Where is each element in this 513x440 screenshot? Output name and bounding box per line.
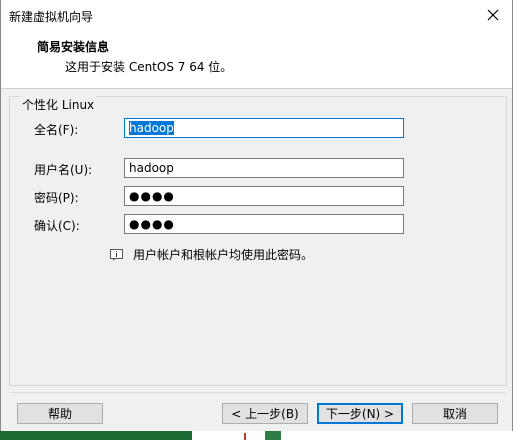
- background-marker: [244, 433, 246, 440]
- page-title: 简易安装信息: [37, 40, 110, 54]
- personalize-linux-group: 个性化 Linux 全名(F): hadoop 用户名(U): hadoop 密…: [9, 96, 507, 386]
- page-subtitle: 这用于安装 CentOS 7 64 位。: [65, 60, 233, 74]
- info-icon: [110, 248, 123, 261]
- confirm-password-field[interactable]: ●●●●: [124, 214, 404, 234]
- password-label: 密码(P):: [34, 191, 79, 205]
- confirm-value: ●●●●: [129, 217, 175, 231]
- background-window-panel: [192, 431, 513, 440]
- back-button[interactable]: < 上一步(B): [222, 403, 308, 424]
- cancel-button[interactable]: 取消: [412, 403, 498, 424]
- user-name-value: hadoop: [129, 161, 174, 175]
- full-name-label: 全名(F):: [34, 123, 79, 137]
- full-name-field[interactable]: hadoop: [124, 118, 404, 138]
- footer-divider: [9, 392, 505, 393]
- password-field[interactable]: ●●●●: [124, 186, 404, 206]
- next-button[interactable]: 下一步(N) >: [317, 403, 403, 424]
- title-bar: 新建虚拟机向导: [1, 0, 512, 30]
- close-button[interactable]: [482, 4, 504, 26]
- full-name-value: hadoop: [129, 121, 174, 135]
- group-title: 个性化 Linux: [20, 96, 97, 113]
- user-name-label: 用户名(U):: [34, 163, 93, 177]
- help-button[interactable]: 帮助: [17, 403, 103, 424]
- background-window-strip: [0, 431, 513, 440]
- password-info: 用户帐户和根帐户均使用此密码。: [110, 246, 313, 263]
- info-text: 用户帐户和根帐户均使用此密码。: [133, 248, 314, 262]
- password-value: ●●●●: [129, 189, 175, 203]
- wizard-header: 简易安装信息 这用于安装 CentOS 7 64 位。: [1, 30, 512, 89]
- window-title: 新建虚拟机向导: [9, 10, 94, 24]
- new-vm-wizard-dialog: 新建虚拟机向导 简易安装信息 这用于安装 CentOS 7 64 位。 个性化 …: [0, 0, 513, 432]
- user-name-field[interactable]: hadoop: [124, 158, 404, 178]
- confirm-label: 确认(C):: [34, 219, 80, 233]
- background-block: [265, 431, 281, 440]
- close-icon: [487, 9, 499, 21]
